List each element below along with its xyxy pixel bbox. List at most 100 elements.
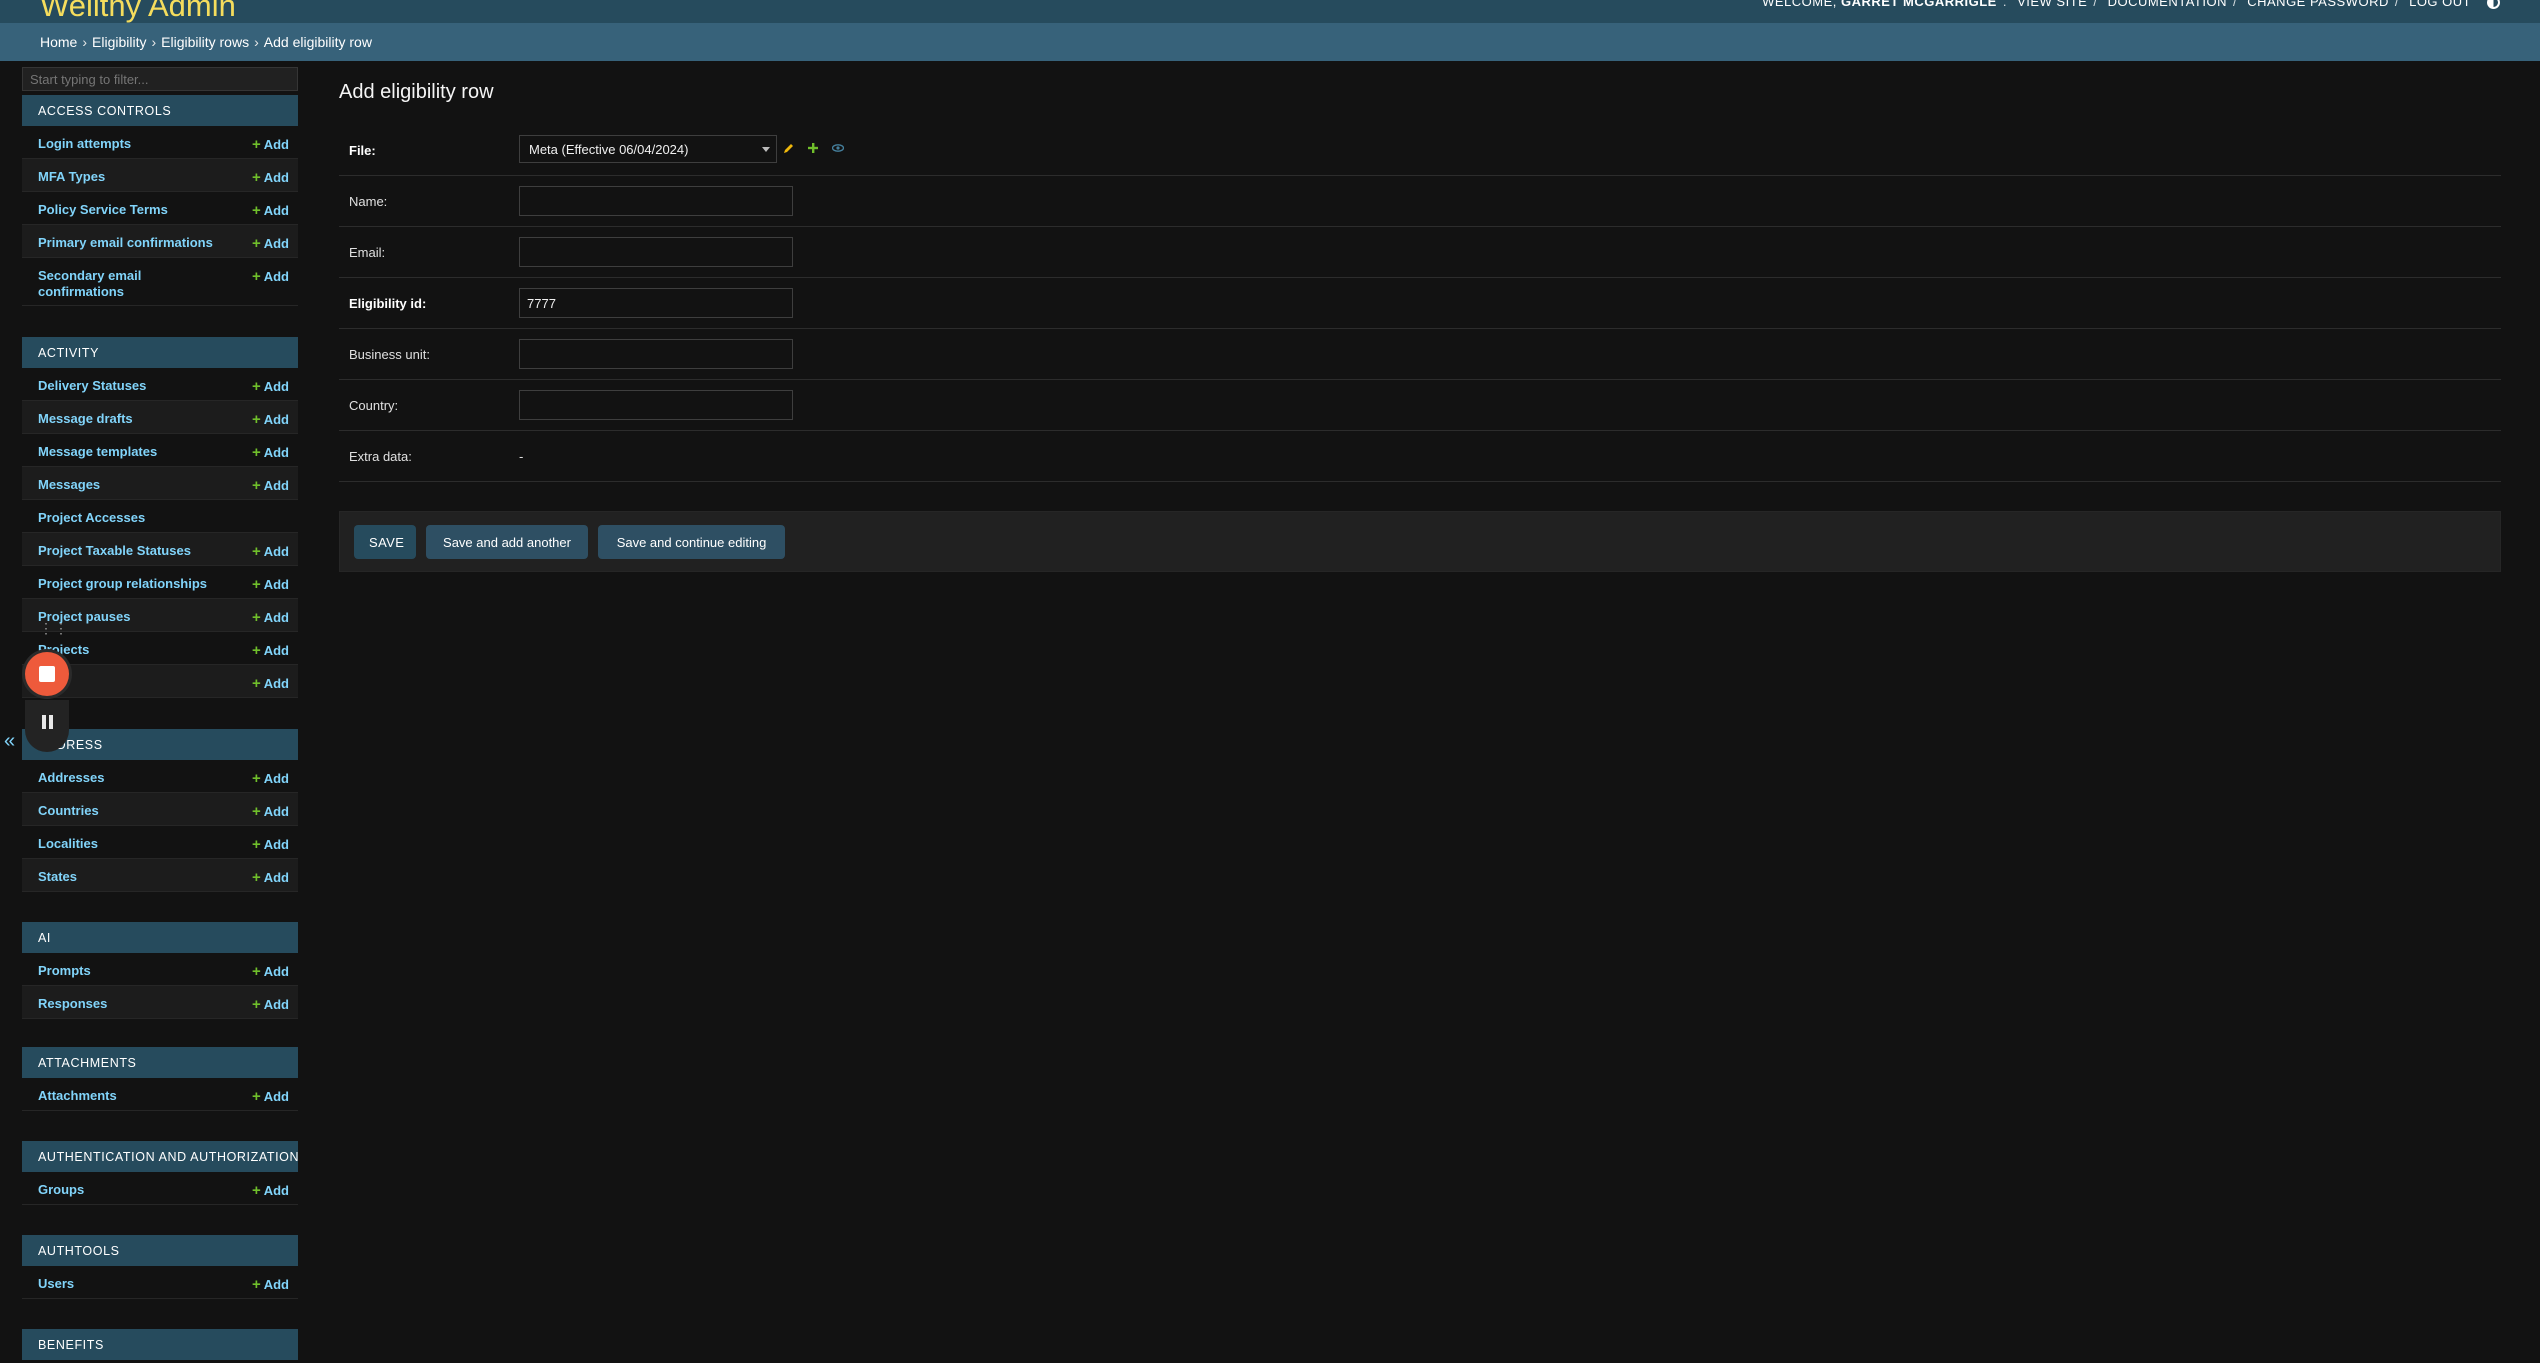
- save-button[interactable]: SAVE: [354, 525, 416, 559]
- sidebar-item-label[interactable]: Login attempts: [38, 136, 228, 152]
- name-label: Name:: [349, 194, 388, 209]
- add-button[interactable]: + Add: [252, 770, 289, 787]
- theme-toggle-icon[interactable]: [2487, 0, 2500, 10]
- add-button[interactable]: + Add: [252, 202, 289, 219]
- add-button[interactable]: + Add: [252, 378, 289, 395]
- sidebar-item-label[interactable]: Groups: [38, 1182, 228, 1198]
- plus-icon: +: [251, 642, 261, 659]
- sidebar-item-label[interactable]: Attachments: [38, 1088, 228, 1104]
- plus-icon: +: [251, 1088, 261, 1105]
- add-button[interactable]: + Add: [252, 836, 289, 853]
- module-caption[interactable]: ACTIVITY: [22, 337, 298, 368]
- add-button[interactable]: + Add: [252, 444, 289, 461]
- add-button[interactable]: + Add: [252, 235, 289, 252]
- sidebar-item-label[interactable]: Projects: [38, 642, 228, 658]
- add-button[interactable]: + Add: [252, 609, 289, 626]
- sidebar-item-label[interactable]: Project Taxable Statuses: [38, 543, 228, 559]
- sidebar-item-label[interactable]: Responses: [38, 996, 228, 1012]
- save-and-continue-button[interactable]: Save and continue editing: [598, 525, 785, 559]
- breadcrumb-home[interactable]: Home: [40, 34, 77, 50]
- sidebar-item-label[interactable]: Secondary email confirmations: [38, 268, 188, 300]
- site-name[interactable]: Wellthy Admin: [40, 0, 236, 23]
- stop-recording-icon[interactable]: [25, 652, 69, 696]
- pencil-icon[interactable]: [783, 142, 795, 154]
- eligibility-id-input[interactable]: [519, 288, 793, 318]
- sidebar-item-label[interactable]: Message drafts: [38, 411, 228, 427]
- sidebar-item-label[interactable]: Localities: [38, 836, 228, 852]
- add-button[interactable]: + Add: [252, 411, 289, 428]
- plus-icon: +: [251, 1276, 261, 1293]
- sidebar-item-label[interactable]: Prompts: [38, 963, 228, 979]
- add-button[interactable]: + Add: [252, 869, 289, 886]
- username: GARRET MCGARRIGLE: [1841, 0, 1997, 9]
- sidebar-item-label[interactable]: States: [38, 869, 228, 885]
- plus-icon: +: [251, 675, 261, 692]
- plus-icon: +: [251, 836, 261, 853]
- email-input[interactable]: [519, 237, 793, 267]
- breadcrumb-eligibility-rows[interactable]: Eligibility rows: [161, 34, 249, 50]
- plus-icon: +: [251, 235, 261, 252]
- form-row-name: Name:: [339, 176, 2501, 227]
- country-input[interactable]: [519, 390, 793, 420]
- nav-filter-input[interactable]: [22, 67, 298, 91]
- documentation-link[interactable]: DOCUMENTATION: [2108, 0, 2227, 9]
- module-authtools: AUTHTOOLS Users + Add: [22, 1235, 298, 1299]
- add-button[interactable]: + Add: [252, 1088, 289, 1105]
- sidebar-item-groups: Groups + Add: [22, 1172, 298, 1205]
- add-button[interactable]: + Add: [252, 1276, 289, 1293]
- sidebar-item-label[interactable]: Message templates: [38, 444, 228, 460]
- file-label: File:: [349, 143, 376, 158]
- add-button[interactable]: + Add: [252, 996, 289, 1013]
- add-button[interactable]: + Add: [252, 477, 289, 494]
- module-address: ADDRESS Addresses + Add Countries + Add Lo…: [22, 729, 298, 892]
- sidebar-item-label[interactable]: Addresses: [38, 770, 228, 786]
- sidebar-item-label[interactable]: MFA Types: [38, 169, 228, 185]
- file-select[interactable]: Meta (Effective 06/04/2024): [519, 135, 777, 163]
- module-caption[interactable]: BENEFITS: [22, 1329, 298, 1360]
- sidebar-item-mfa-types: MFA Types + Add: [22, 159, 298, 192]
- sidebar-item-users: Users + Add: [22, 1266, 298, 1299]
- change-password-link[interactable]: CHANGE PASSWORD: [2247, 0, 2389, 9]
- module-caption[interactable]: AUTHTOOLS: [22, 1235, 298, 1266]
- save-and-add-another-button[interactable]: Save and add another: [426, 525, 588, 559]
- add-button[interactable]: + Add: [252, 543, 289, 560]
- add-button[interactable]: + Add: [252, 675, 289, 692]
- drag-handle-icon[interactable]: ⋮⋮: [39, 620, 69, 637]
- sidebar-item-label[interactable]: Messages: [38, 477, 228, 493]
- related-widget-icons: [783, 139, 852, 157]
- add-button[interactable]: + Add: [252, 803, 289, 820]
- sidebar-item-label[interactable]: Project group relationships: [38, 576, 228, 592]
- eye-icon[interactable]: [831, 142, 844, 154]
- plus-icon: +: [251, 963, 261, 980]
- sidebar-item-label[interactable]: Primary email confirmations: [38, 235, 228, 251]
- sidebar-item-label[interactable]: Countries: [38, 803, 228, 819]
- module-caption[interactable]: ACCESS CONTROLS: [22, 95, 298, 126]
- plus-icon[interactable]: [807, 142, 819, 154]
- name-input[interactable]: [519, 186, 793, 216]
- breadcrumb-eligibility[interactable]: Eligibility: [92, 34, 146, 50]
- pause-icon[interactable]: [25, 700, 69, 752]
- add-button[interactable]: + Add: [252, 576, 289, 593]
- sidebar-item-label[interactable]: Project Accesses: [38, 510, 228, 526]
- submit-row: SAVE Save and add another Save and conti…: [339, 511, 2501, 572]
- plus-icon: +: [251, 411, 261, 428]
- sidebar-item-countries: Countries + Add: [22, 793, 298, 826]
- breadcrumb: Home › Eligibility › Eligibility rows › Add el…: [0, 23, 2540, 61]
- add-button[interactable]: + Add: [252, 136, 289, 153]
- module-caption[interactable]: AI: [22, 922, 298, 953]
- module-caption[interactable]: AUTHENTICATION AND AUTHORIZATION: [22, 1141, 298, 1172]
- add-button[interactable]: + Add: [252, 642, 289, 659]
- add-button[interactable]: + Add: [252, 169, 289, 186]
- log-out-link[interactable]: LOG OUT: [2409, 0, 2471, 9]
- sidebar-item-label[interactable]: Delivery Statuses: [38, 378, 228, 394]
- sidebar-item-label[interactable]: Users: [38, 1276, 228, 1292]
- add-button[interactable]: + Add: [252, 963, 289, 980]
- collapse-sidebar-icon[interactable]: «: [4, 730, 15, 753]
- sidebar-item-label[interactable]: Policy Service Terms: [38, 202, 228, 218]
- view-site-link[interactable]: VIEW SITE: [2017, 0, 2087, 9]
- add-button[interactable]: + Add: [252, 1182, 289, 1199]
- business-unit-input[interactable]: [519, 339, 793, 369]
- add-button[interactable]: + Add: [252, 268, 289, 285]
- module-caption[interactable]: ATTACHMENTS: [22, 1047, 298, 1078]
- plus-icon: +: [251, 576, 261, 593]
